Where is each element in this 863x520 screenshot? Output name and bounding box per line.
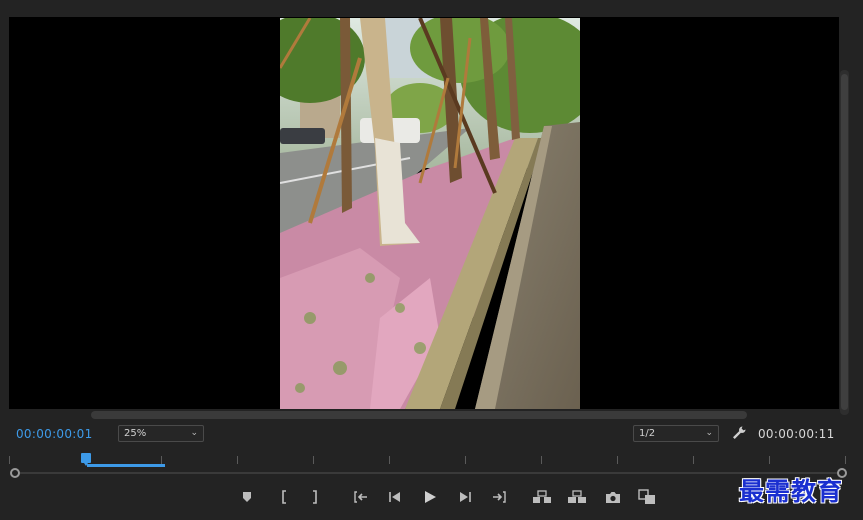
chevron-down-icon: ⌄ (705, 428, 713, 438)
current-timecode[interactable]: 00:00:00:01 (16, 427, 93, 441)
zoom-level-select[interactable]: 25% ⌄ (118, 425, 204, 442)
play-icon (425, 491, 436, 503)
zoom-scroll-left-handle[interactable] (10, 468, 20, 478)
vertical-scrollbar[interactable] (840, 70, 849, 415)
lift-button[interactable] (531, 487, 553, 507)
horizontal-scrollbar-thumb[interactable] (91, 411, 747, 419)
ruler-tick (389, 456, 390, 464)
ruler-tick (693, 456, 694, 464)
add-marker-button[interactable] (236, 487, 258, 507)
mark-out-icon (313, 490, 317, 504)
lift-icon (533, 490, 551, 503)
zoom-scroll-bar[interactable] (9, 467, 851, 479)
mark-out-button[interactable] (304, 487, 326, 507)
ruler-tick (769, 456, 770, 464)
step-forward-icon (460, 492, 471, 502)
zoom-level-value: 25% (124, 428, 147, 439)
playhead[interactable] (81, 453, 91, 466)
watermark: 最需教育 (739, 477, 844, 506)
camera-icon (606, 491, 620, 503)
video-frame-image (280, 18, 580, 409)
mark-in-button[interactable] (273, 487, 295, 507)
ruler-tick (9, 456, 10, 464)
program-monitor-panel: 00:00:00:01 25% ⌄ 1/2 ⌄ 00:00:00:11 最需教育 (0, 0, 863, 520)
vertical-scrollbar-thumb[interactable] (841, 74, 848, 410)
compare-view-icon (638, 489, 655, 504)
playback-resolution-select[interactable]: 1/2 ⌄ (633, 425, 719, 442)
ruler-tick (465, 456, 466, 464)
go-to-in-icon (354, 491, 367, 503)
ruler-tick (313, 456, 314, 464)
wrench-icon[interactable] (731, 425, 747, 441)
ruler-tick (541, 456, 542, 464)
chevron-down-icon: ⌄ (190, 428, 198, 438)
ruler-tick (237, 456, 238, 464)
time-ruler[interactable] (9, 452, 851, 467)
extract-icon (568, 490, 586, 503)
play-button[interactable] (419, 487, 441, 507)
extract-button[interactable] (566, 487, 588, 507)
playback-resolution-value: 1/2 (639, 428, 656, 439)
duration-timecode: 00:00:00:11 (758, 427, 835, 441)
step-back-button[interactable] (384, 487, 406, 507)
go-to-out-icon (493, 491, 506, 503)
ruler-tick (161, 456, 162, 464)
ruler-tick (845, 456, 846, 464)
compare-view-button[interactable] (636, 487, 658, 507)
transport-controls (236, 487, 666, 507)
go-to-in-button[interactable] (350, 487, 372, 507)
video-viewer[interactable] (9, 17, 839, 409)
export-frame-button[interactable] (602, 487, 624, 507)
mark-in-icon (282, 490, 286, 504)
go-to-out-button[interactable] (488, 487, 510, 507)
video-frame (280, 18, 580, 409)
step-back-icon (389, 492, 400, 502)
horizontal-scrollbar[interactable] (9, 409, 839, 421)
marker-icon (243, 492, 251, 502)
zoom-scroll-track[interactable] (15, 472, 843, 474)
ruler-tick (617, 456, 618, 464)
step-forward-button[interactable] (454, 487, 476, 507)
